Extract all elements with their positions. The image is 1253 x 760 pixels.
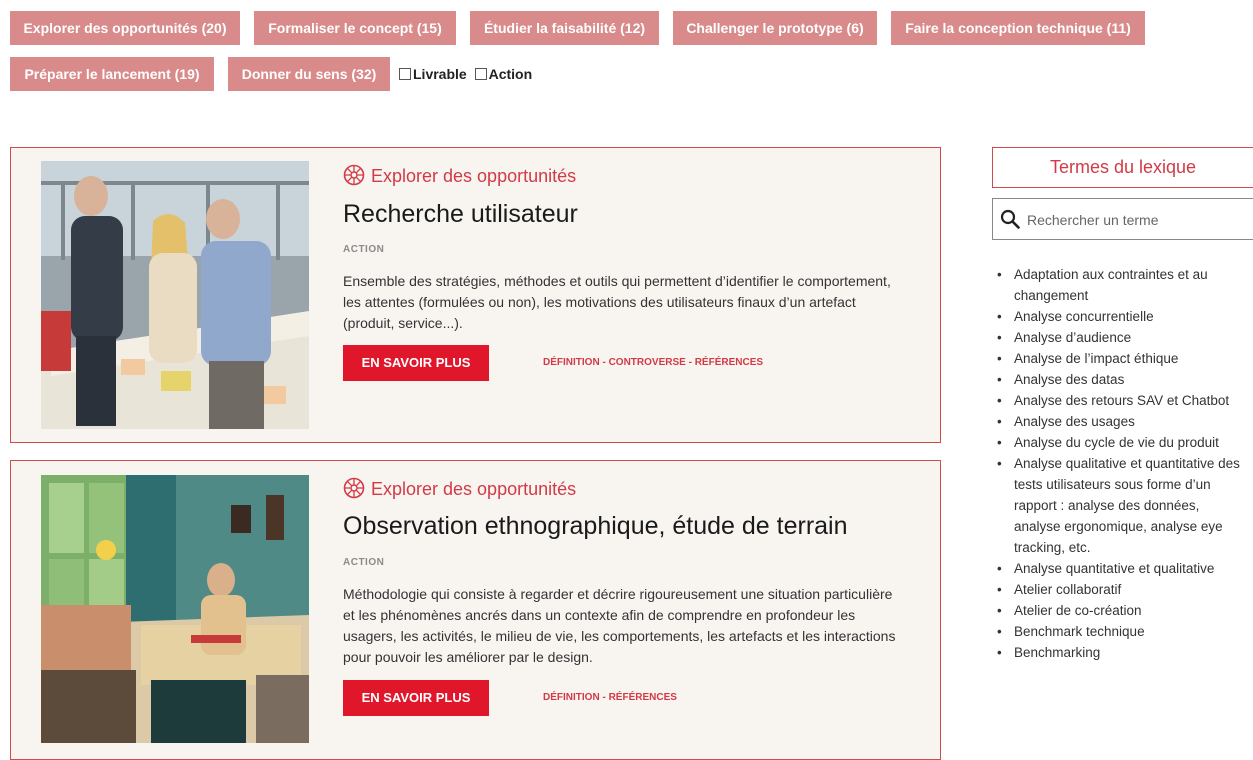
lexicon-list: Adaptation aux contraintes et au changem… [995,264,1245,663]
card-photo [41,475,309,743]
card-title[interactable]: Observation ethnographique, étude de ter… [343,512,848,541]
livrable-checkbox[interactable] [399,68,411,80]
lexicon-term[interactable]: Analyse d’audience [995,327,1245,348]
controverse-link[interactable]: CONTROVERSE [609,357,686,368]
lexicon-term[interactable]: Analyse des retours SAV et Chatbot [995,390,1245,411]
card-category-label: Explorer des opportunités [371,479,577,499]
filter-conception[interactable]: Faire la conception technique (11) [891,11,1145,45]
action-label: Action [488,66,533,82]
card-description: Ensemble des stratégies, méthodes et out… [343,273,891,331]
lexicon-term[interactable]: Benchmark technique [995,621,1245,642]
explorer-icon [343,164,365,186]
lexicon-term[interactable]: Atelier de co-création [995,600,1245,621]
card-category-label: Explorer des opportunités [371,166,577,186]
lexicon-term[interactable]: Benchmarking [995,642,1245,663]
lexicon-term[interactable]: Analyse qualitative et quantitative des … [995,453,1245,558]
livrable-label: Livrable [413,66,467,82]
filter-preparer[interactable]: Préparer le lancement (19) [10,57,214,91]
search-input[interactable] [1025,207,1251,233]
lexicon-term[interactable]: Analyse quantitative et qualitative [995,558,1245,579]
lexicon-search[interactable] [992,198,1253,240]
lexicon-term[interactable]: Analyse du cycle de vie du produit [995,432,1245,453]
card-category: Explorer des opportunités [343,477,576,500]
lexicon-term[interactable]: Atelier collaboratif [995,579,1245,600]
card-recherche-utilisateur: Explorer des opportunités Recherche util… [10,147,941,443]
livrable-checkbox-wrap[interactable]: Livrable Action [399,66,532,82]
filter-donner-sens[interactable]: Donner du sens (32) [228,57,390,91]
card-description: Méthodologie qui consiste à regarder et … [343,586,896,665]
card-links: DÉFINITION - RÉFÉRENCES [543,692,677,703]
references-link[interactable]: RÉFÉRENCES [609,692,677,703]
filter-etudier[interactable]: Étudier la faisabilité (12) [470,11,659,45]
link-separator: - [685,357,695,368]
search-icon [1000,209,1020,229]
en-savoir-plus-button[interactable]: EN SAVOIR PLUS [343,680,489,716]
link-separator: - [599,357,609,368]
en-savoir-plus-button[interactable]: EN SAVOIR PLUS [343,345,489,381]
filter-challenger[interactable]: Challenger le prototype (6) [673,11,877,45]
card-category: Explorer des opportunités [343,164,576,187]
card-photo [41,161,309,429]
card-title[interactable]: Recherche utilisateur [343,200,578,229]
definition-link[interactable]: DÉFINITION [543,357,600,368]
action-checkbox[interactable] [474,68,487,80]
references-link[interactable]: RÉFÉRENCES [695,357,763,368]
filter-formaliser[interactable]: Formaliser le concept (15) [254,11,456,45]
lexicon-term[interactable]: Analyse concurrentielle [995,306,1245,327]
explorer-icon [343,477,365,499]
link-separator: - [599,692,609,703]
card-observation-ethnographique: Explorer des opportunités Observation et… [10,460,941,760]
lexicon-term[interactable]: Analyse des datas [995,369,1245,390]
lexicon-title: Termes du lexique [992,147,1253,188]
lexicon-term[interactable]: Analyse des usages [995,411,1245,432]
filter-explorer[interactable]: Explorer des opportunités (20) [10,11,240,45]
definition-link[interactable]: DÉFINITION [543,692,600,703]
lexicon-term[interactable]: Analyse de l’impact éthique [995,348,1245,369]
lexicon-term[interactable]: Adaptation aux contraintes et au changem… [995,264,1245,306]
card-type: ACTION [343,557,385,568]
card-links: DÉFINITION - CONTROVERSE - RÉFÉRENCES [543,357,763,368]
card-type: ACTION [343,244,385,255]
